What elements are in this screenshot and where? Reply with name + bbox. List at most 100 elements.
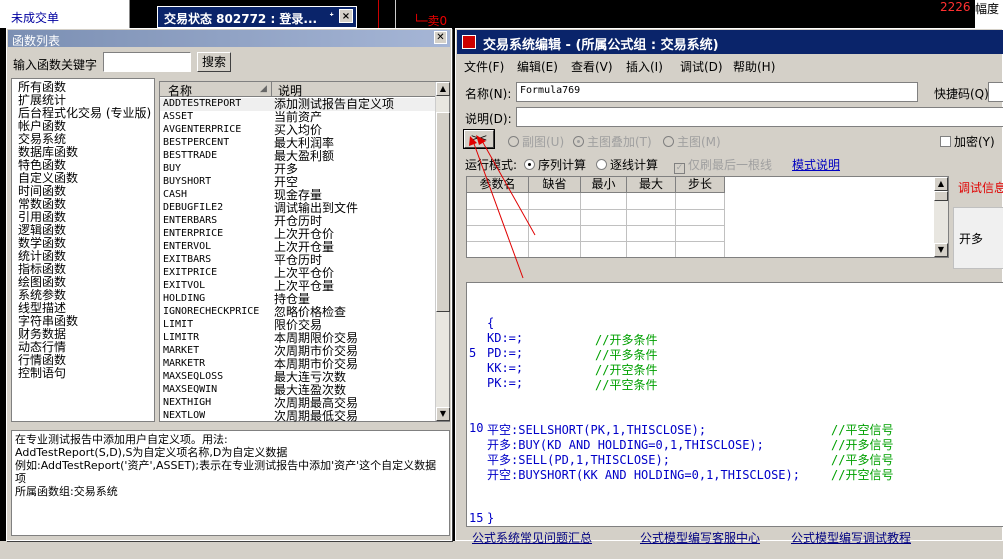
mode-help-link[interactable]: 模式说明 [792,156,840,173]
parameter-column-header[interactable]: 最小 [581,177,627,193]
function-list-title[interactable]: 函数列表 [8,30,450,47]
radio-main-overlay[interactable]: 主图叠加(T) [573,133,652,150]
function-row[interactable]: DEBUGFILE2 调试输出到文件 [160,202,435,215]
code-line[interactable]: 平多:SELL(PD,1,THISCLOSE);//平多信号 [467,451,1003,467]
category-item[interactable]: 指标函数 [18,263,66,276]
category-item[interactable]: 线型描述 [18,302,66,315]
code-line[interactable]: KK:=;//开空条件 [467,361,1003,377]
support-link[interactable]: 公式模型编写客服中心 [640,529,760,546]
category-item[interactable]: 交易系统 [18,133,66,146]
category-item[interactable]: 自定义函数 [18,172,78,185]
function-row[interactable]: ENTERBARS 开仓历时 [160,215,435,228]
category-item[interactable]: 动态行情 [18,341,66,354]
function-row[interactable]: EXITPRICE 上次平仓价 [160,267,435,280]
function-row[interactable]: MARKET 次周期市价交易 [160,345,435,358]
code-line[interactable] [467,496,1003,511]
function-row[interactable]: BESTPERCENT 最大利润率 [160,137,435,150]
function-row[interactable]: ASSET 当前资产 [160,111,435,124]
parameter-column-header[interactable]: 步长 [676,177,725,193]
parameter-scrollbar[interactable]: ▲ ▼ [934,177,948,257]
tutorial-link[interactable]: 公式模型编写调试教程 [791,529,911,546]
function-row[interactable]: ENTERPRICE 上次开仓价 [160,228,435,241]
parameter-column-header[interactable]: 缺省 [529,177,581,193]
function-scrollbar[interactable]: ▲ ▼ [435,82,450,421]
code-line[interactable] [467,406,1003,421]
column-header-name[interactable]: 名称 [160,82,272,97]
category-item[interactable]: 逻辑函数 [18,224,66,237]
scroll-up-icon[interactable]: ▲ [436,82,450,96]
scroll-up-icon[interactable]: ▲ [934,177,948,191]
category-item[interactable]: 帐户函数 [18,120,66,133]
category-item[interactable]: 统计函数 [18,250,66,263]
parameter-column-header[interactable]: 参数名 [467,177,529,193]
function-row[interactable]: BESTTRADE 最大盈利额 [160,150,435,163]
function-row[interactable]: MAXSEQLOSS 最大连亏次数 [160,371,435,384]
code-line[interactable] [467,481,1003,496]
function-row[interactable]: NEXTHIGH 次周期最高交易 [160,397,435,410]
pin-icon[interactable]: ᐩ [329,10,334,24]
menu-item[interactable]: 编辑(E) [517,58,558,75]
category-item[interactable]: 数据库函数 [18,146,78,159]
description-input[interactable] [516,107,1003,127]
function-row[interactable]: NEXTLOW 次周期最低交易 [160,410,435,423]
code-line[interactable]: 开多:BUY(KD AND HOLDING=0,1,THISCLOSE);//开… [467,436,1003,452]
function-row[interactable]: HOLDING 持仓量 [160,293,435,306]
close-icon[interactable]: × [339,9,353,23]
scroll-down-icon[interactable]: ▼ [436,407,450,421]
category-item[interactable]: 特色函数 [18,159,66,172]
parameter-column-header[interactable]: 最大 [627,177,676,193]
function-table[interactable]: 名称 ◢ 说明 ADDTESTREPORT 添加测试报告自定义项 ASSET 当前资产… [159,81,450,423]
function-row[interactable]: EXITVOL 上次平仓量 [160,280,435,293]
category-item[interactable]: 绘图函数 [18,276,66,289]
function-row[interactable]: BUY 开多 [160,163,435,176]
menu-item[interactable]: 插入(I) [626,58,663,75]
scroll-thumb[interactable] [934,191,948,201]
category-item[interactable]: 行情函数 [18,354,66,367]
function-row[interactable]: BUYSHORT 开空 [160,176,435,189]
function-row[interactable]: AVGENTERPRICE 买入均价 [160,124,435,137]
scroll-down-icon[interactable]: ▼ [934,243,948,257]
code-line[interactable]: PK:=;//平空条件 [467,376,1003,392]
code-line[interactable]: { [467,316,1003,331]
keyword-input[interactable] [103,52,191,72]
category-item[interactable]: 常数函数 [18,198,66,211]
category-item[interactable]: 后台程式化交易 (专业版) [18,107,151,120]
function-row[interactable]: LIMITR 本周期限价交易 [160,332,435,345]
editor-titlebar[interactable]: 交易系统编辑 - (所属公式组 : 交易系统) [457,30,1003,54]
status-window-titlebar[interactable]: 交易状态 802772 : 登录... ᐩ × [157,6,357,28]
code-line[interactable]: 5 PD:=;//平多条件 [467,346,1003,362]
orders-tab[interactable]: 未成交单 [0,0,130,28]
function-row[interactable]: ADDTESTREPORT 添加测试报告自定义项 [160,98,435,111]
radio-sequence-calc[interactable]: 序列计算 [524,156,586,173]
function-row[interactable]: CASH 现金存量 [160,189,435,202]
menu-item[interactable]: 文件(F) [464,58,504,75]
menu-item[interactable]: 帮助(H) [733,58,775,75]
code-editor[interactable]: {KD:=;//开多条件 5 PD:=;//平多条件 KK:=;//开空条件 PK:=;… [466,282,1003,527]
radio-main-chart[interactable]: 主图(M) [663,133,721,150]
category-item[interactable]: 扩展统计 [18,94,66,107]
code-line[interactable] [467,391,1003,406]
function-row[interactable]: MARKETR 本周期市价交易 [160,358,435,371]
code-line[interactable]: KD:=;//开多条件 [467,331,1003,347]
collapse-button[interactable]: >< [463,129,495,149]
hotkey-input[interactable] [988,82,1003,102]
category-item[interactable]: 系统参数 [18,289,66,302]
code-line[interactable]: 10 平空:SELLSHORT(PK,1,THISCLOSE);//平空信号 [467,421,1003,437]
category-item[interactable]: 财务数据 [18,328,66,341]
function-row[interactable]: ENTERVOL 上次开仓量 [160,241,435,254]
search-button[interactable]: 搜索 [197,52,231,72]
code-line[interactable]: 开空:BUYSHORT(KK AND HOLDING=0,1,THISCLOSE… [467,466,1003,482]
radio-sub-chart[interactable]: 副图(U) [508,133,564,150]
category-item[interactable]: 字符串函数 [18,315,78,328]
menu-item[interactable]: 调试(D) [680,58,723,75]
last-bar-checkbox[interactable]: ✓ 仅刷最后一根线 [674,156,772,174]
code-line[interactable]: 15} [467,511,1003,526]
category-item[interactable]: 引用函数 [18,211,66,224]
close-icon[interactable]: ✕ [434,31,447,44]
category-item[interactable]: 所有函数 [18,81,66,94]
category-item[interactable]: 时间函数 [18,185,66,198]
category-item[interactable]: 控制语句 [18,367,66,380]
function-row[interactable]: LIMIT 限价交易 [160,319,435,332]
function-row[interactable]: EXITBARS 平仓历时 [160,254,435,267]
function-row[interactable]: MAXSEQWIN 最大连盈次数 [160,384,435,397]
